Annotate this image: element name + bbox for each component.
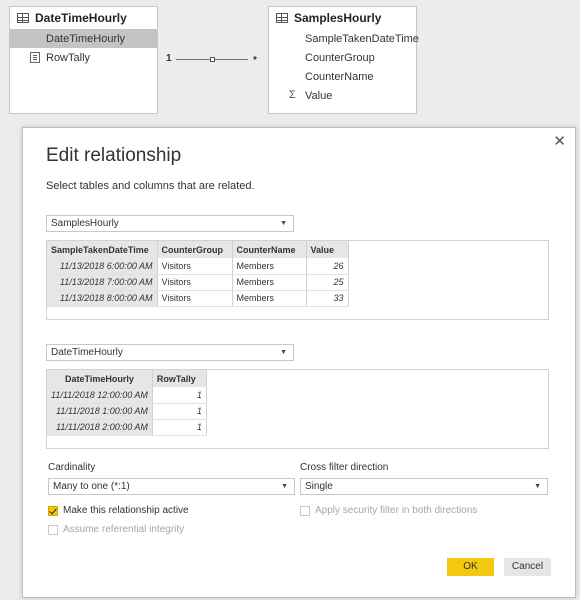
- chevron-down-icon: ▼: [534, 483, 541, 490]
- table-cell: Members: [232, 258, 307, 275]
- table2-grid: DateTimeHourly RowTally 11/11/2018 12:00…: [47, 370, 207, 436]
- model-table-header: SamplesHourly: [269, 7, 416, 29]
- ok-button[interactable]: OK: [447, 558, 494, 576]
- cardinality-value: Many to one (*:1): [53, 481, 130, 492]
- relationship-handle[interactable]: [210, 57, 215, 62]
- table-cell: Members: [232, 274, 307, 291]
- table-cell: 11/11/2018 12:00:00 AM: [47, 387, 153, 404]
- dialog-title: Edit relationship: [46, 145, 182, 166]
- table-cell: Visitors: [157, 290, 233, 307]
- table-cell: Members: [232, 290, 307, 307]
- close-icon[interactable]: ✕: [553, 132, 566, 150]
- active-relationship-label: Make this relationship active: [63, 505, 189, 516]
- table-row: 11/11/2018 2:00:00 AM 1: [47, 419, 207, 436]
- table-row: 11/11/2018 1:00:00 AM 1: [47, 403, 207, 420]
- table-row: 11/13/2018 7:00:00 AM Visitors Members 2…: [47, 274, 349, 291]
- field-label: CounterName: [305, 70, 374, 83]
- model-table-datetimehourly[interactable]: DateTimeHourly DateTimeHourly RowTally: [9, 6, 158, 114]
- cross-filter-value: Single: [305, 481, 333, 492]
- model-field-countername[interactable]: CounterName: [269, 67, 416, 86]
- column-header-countername[interactable]: CounterName: [232, 241, 307, 258]
- model-table-header: DateTimeHourly: [10, 7, 157, 29]
- security-filter-label: Apply security filter in both directions: [315, 505, 478, 516]
- security-filter-checkbox: [300, 505, 310, 516]
- table-cell: 11/13/2018 7:00:00 AM: [47, 274, 158, 291]
- model-field-rowtally[interactable]: RowTally: [10, 48, 157, 67]
- cardinality-label: Cardinality: [48, 462, 96, 473]
- field-label: CounterGroup: [305, 51, 375, 64]
- table-cell: 1: [152, 387, 207, 404]
- model-table-sampleshourly[interactable]: SamplesHourly SampleTakenDateTime Counte…: [268, 6, 419, 114]
- table1-select[interactable]: SamplesHourly ▼: [46, 215, 294, 232]
- column-header-sampletakendatetime[interactable]: SampleTakenDateTime: [47, 241, 158, 258]
- table-cell: 11/13/2018 8:00:00 AM: [47, 290, 158, 307]
- model-field-value[interactable]: Σ Value: [269, 86, 416, 105]
- table-row: 11/13/2018 8:00:00 AM Visitors Members 3…: [47, 290, 349, 307]
- table1-preview: SampleTakenDateTime CounterGroup Counter…: [46, 240, 549, 320]
- model-field-countergroup[interactable]: CounterGroup: [269, 48, 416, 67]
- model-field-datetimehourly[interactable]: DateTimeHourly: [10, 29, 157, 48]
- table2-select[interactable]: DateTimeHourly ▼: [46, 344, 294, 361]
- column-header-datetimehourly[interactable]: DateTimeHourly: [47, 370, 153, 387]
- cancel-button[interactable]: Cancel: [504, 558, 551, 576]
- chevron-down-icon: ▼: [281, 483, 288, 490]
- chevron-down-icon: ▼: [280, 349, 287, 356]
- field-label: SampleTakenDateTime: [305, 32, 419, 45]
- table-cell: 25: [306, 274, 349, 291]
- dialog-subtitle: Select tables and columns that are relat…: [46, 180, 255, 192]
- table2-select-value: DateTimeHourly: [51, 347, 123, 358]
- active-relationship-option[interactable]: Make this relationship active: [48, 505, 189, 516]
- calculated-column-icon: [30, 52, 40, 63]
- model-field-sampletakendatetime[interactable]: SampleTakenDateTime: [269, 29, 419, 48]
- security-filter-option: Apply security filter in both directions: [300, 505, 477, 516]
- table-cell: 11/11/2018 1:00:00 AM: [47, 403, 153, 420]
- table-cell: 26: [306, 258, 349, 275]
- table-icon: [276, 13, 288, 23]
- referential-integrity-option: Assume referential integrity: [48, 524, 184, 535]
- table-header-row: DateTimeHourly RowTally: [47, 370, 207, 387]
- table-cell: 33: [306, 290, 349, 307]
- table-icon: [17, 13, 29, 23]
- referential-integrity-checkbox: [48, 524, 58, 535]
- table-cell: Visitors: [157, 258, 233, 275]
- table1-select-value: SamplesHourly: [51, 218, 119, 229]
- table-row: 11/11/2018 12:00:00 AM 1: [47, 387, 207, 404]
- table2-preview: DateTimeHourly RowTally 11/11/2018 12:00…: [46, 369, 549, 449]
- field-label: DateTimeHourly: [46, 32, 126, 45]
- column-header-rowtally[interactable]: RowTally: [152, 370, 207, 387]
- relationship-one-marker: 1: [166, 53, 172, 64]
- table-cell: 11/11/2018 2:00:00 AM: [47, 419, 153, 436]
- cross-filter-label: Cross filter direction: [300, 462, 389, 473]
- cross-filter-select[interactable]: Single ▼: [300, 478, 548, 495]
- table-cell: 11/13/2018 6:00:00 AM: [47, 258, 158, 275]
- edit-relationship-dialog: ✕ Edit relationship Select tables and co…: [22, 127, 576, 598]
- table-row: 11/13/2018 6:00:00 AM Visitors Members 2…: [47, 258, 349, 275]
- table-header-row: SampleTakenDateTime CounterGroup Counter…: [47, 241, 349, 258]
- table-cell: 1: [152, 419, 207, 436]
- table-cell: Visitors: [157, 274, 233, 291]
- sigma-icon: Σ: [289, 89, 296, 101]
- table1-grid: SampleTakenDateTime CounterGroup Counter…: [47, 241, 349, 307]
- chevron-down-icon: ▼: [280, 220, 287, 227]
- relationship-many-marker: *: [253, 55, 257, 66]
- table-cell: 1: [152, 403, 207, 420]
- column-header-countergroup[interactable]: CounterGroup: [157, 241, 233, 258]
- field-label: RowTally: [46, 51, 91, 64]
- field-label: Value: [305, 89, 333, 102]
- cardinality-select[interactable]: Many to one (*:1) ▼: [48, 478, 295, 495]
- model-table-title: SamplesHourly: [294, 11, 382, 25]
- model-table-title: DateTimeHourly: [35, 11, 127, 25]
- referential-integrity-label: Assume referential integrity: [63, 524, 185, 535]
- active-relationship-checkbox[interactable]: [48, 505, 58, 516]
- column-header-value[interactable]: Value: [306, 241, 349, 258]
